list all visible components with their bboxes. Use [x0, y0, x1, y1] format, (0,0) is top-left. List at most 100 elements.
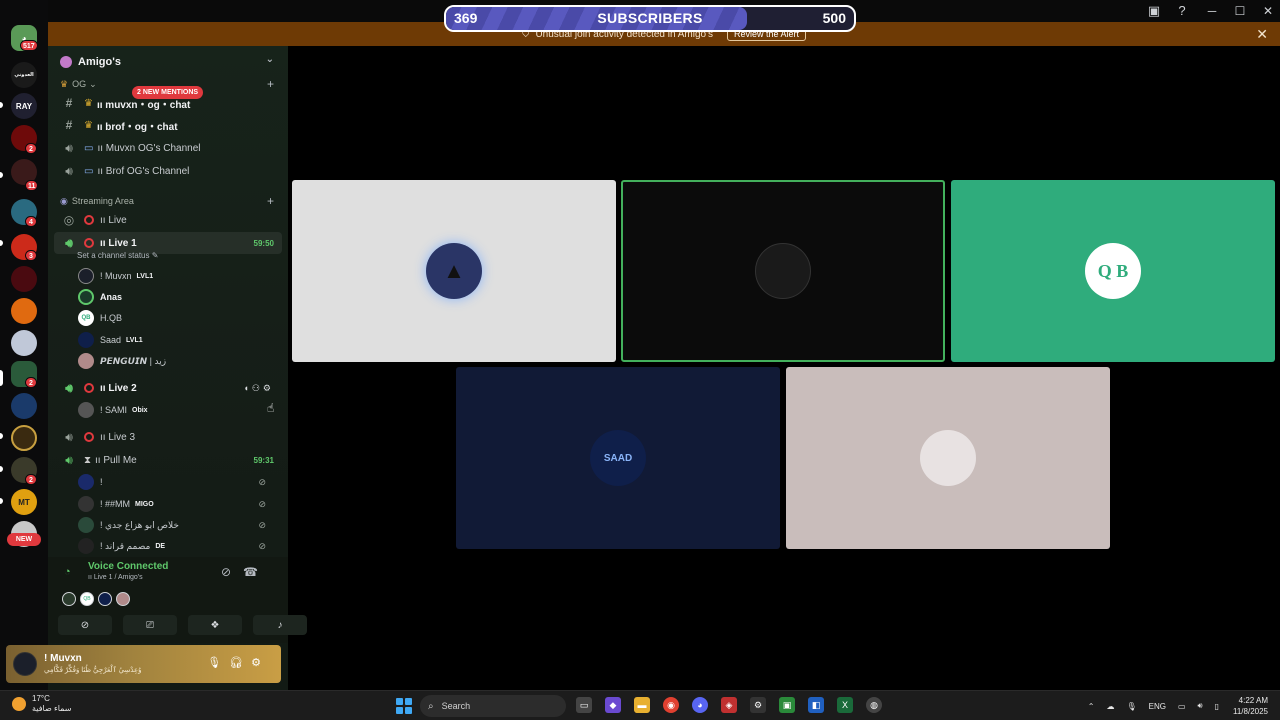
- weather-widget[interactable]: 17°C سماء صافية: [12, 694, 72, 714]
- voice-member[interactable]: Anas: [78, 287, 278, 307]
- add-channel-icon[interactable]: +: [267, 194, 274, 208]
- server-icon[interactable]: [11, 266, 37, 292]
- soundboard-button[interactable]: ♪: [253, 615, 307, 635]
- member-name: ! Muvxn: [100, 271, 132, 281]
- channel-brof-chat[interactable]: # ♛ ıı brof・og・chat: [54, 114, 282, 136]
- close-icon[interactable]: ✕: [1256, 26, 1268, 43]
- inbox-icon[interactable]: ▣: [1146, 3, 1162, 19]
- microphone-icon[interactable]: 🎙︎: [1126, 702, 1136, 711]
- discord-icon[interactable]: ◕: [692, 697, 708, 713]
- server-icon[interactable]: RAY: [11, 93, 37, 119]
- channel-label: ıı muvxn・og・chat: [96, 99, 191, 111]
- server-icon[interactable]: العدوني: [11, 62, 37, 88]
- volume-icon[interactable]: 🔊︎: [1198, 701, 1203, 711]
- chevron-up-icon[interactable]: ⌃: [1088, 702, 1095, 711]
- video-tile[interactable]: ▲: [292, 180, 616, 362]
- voice-member[interactable]: ! SAMI Obix: [78, 400, 278, 420]
- share-screen-button[interactable]: ⎚: [123, 615, 177, 635]
- microphone-icon[interactable]: 🎙︎: [207, 657, 229, 669]
- close-window-button[interactable]: ✕: [1256, 4, 1280, 18]
- new-badge[interactable]: NEW: [7, 533, 41, 546]
- record-icon: [84, 238, 94, 248]
- guild-name: Amigo's: [78, 56, 121, 68]
- battery-icon[interactable]: ▯: [1215, 702, 1219, 711]
- user-avatar[interactable]: [13, 652, 37, 676]
- avatar[interactable]: [116, 592, 130, 606]
- task-view-icon[interactable]: ▭: [576, 697, 592, 713]
- subscriber-goal-bar: 369 SUBSCRIBERS 500: [444, 5, 856, 32]
- invite-icon[interactable]: ⚇: [252, 383, 263, 393]
- user-name[interactable]: ! Muvxn: [44, 653, 82, 664]
- avatar[interactable]: [62, 592, 76, 606]
- video-tile[interactable]: Q B: [951, 180, 1275, 362]
- gear-icon[interactable]: ⚙: [251, 657, 269, 669]
- gear-icon[interactable]: ⚙: [263, 383, 274, 393]
- voice-member[interactable]: 𝙋𝙀𝙉𝙂𝙐𝙄𝙉 | زيد: [78, 351, 278, 371]
- channel-pull-me[interactable]: 🔊︎ ⧗ ıı Pull Me 59:31: [54, 449, 282, 471]
- channel-live-2[interactable]: 🔊︎ ıı Live 2 ◖⚇⚙: [54, 377, 282, 399]
- member-name: Saad: [100, 335, 122, 345]
- camera-off-button[interactable]: ⊘: [58, 615, 112, 635]
- taskbar-apps: ▭ ◆ ▬ ◉ ◕ ◈ ⚙ ▣ ◧ X ◍: [576, 697, 895, 713]
- voice-member[interactable]: ! مصمم قراند DE ⊘: [78, 536, 278, 556]
- voice-member[interactable]: ! خلاص ابو هزاع جدي ⊘: [78, 515, 278, 535]
- guild-header[interactable]: Amigo's ⌄: [48, 46, 288, 78]
- app-icon[interactable]: ⚙: [750, 697, 766, 713]
- unread-pill: [0, 240, 3, 246]
- video-tile[interactable]: [786, 367, 1110, 549]
- excel-icon[interactable]: X: [837, 697, 853, 713]
- channel-live-3[interactable]: 🔊︎ ıı Live 3: [54, 426, 282, 448]
- channel-muvxn-voice[interactable]: 🔊︎ ▭ ıı Muvxn OG's Channel: [54, 137, 282, 159]
- network-icon[interactable]: ▭: [1178, 702, 1186, 711]
- mouse-cursor-icon: ☝: [267, 401, 275, 415]
- chat-icon[interactable]: ◖: [243, 383, 251, 393]
- cloud-icon[interactable]: ☁: [1106, 702, 1114, 711]
- maximize-button[interactable]: ☐: [1228, 4, 1252, 18]
- nvidia-icon[interactable]: ▣: [779, 697, 795, 713]
- start-button[interactable]: [396, 698, 412, 714]
- file-explorer-icon[interactable]: ▬: [634, 697, 650, 713]
- channel-muvxn-chat[interactable]: # ♛ ıı muvxn・og・chat: [54, 92, 282, 114]
- signal-icon[interactable]: ◔: [64, 566, 71, 578]
- server-icon[interactable]: [11, 298, 37, 324]
- copilot-icon[interactable]: ◆: [605, 697, 621, 713]
- server-icon[interactable]: [11, 393, 37, 419]
- avatar[interactable]: QB: [80, 592, 94, 606]
- muted-icon: ⊘: [258, 476, 266, 487]
- voice-member[interactable]: ! ⊘: [78, 472, 278, 492]
- chevron-down-icon[interactable]: ⌄: [266, 54, 274, 65]
- video-tile[interactable]: SAAD: [456, 367, 780, 549]
- minimize-button[interactable]: ─: [1200, 4, 1224, 18]
- taskbar-search[interactable]: ⌕ Search: [420, 695, 566, 717]
- app-icon[interactable]: ◧: [808, 697, 824, 713]
- category-label: OG: [72, 79, 87, 89]
- clock[interactable]: 4:22 AM 11/8/2025: [1233, 695, 1268, 717]
- voice-member[interactable]: ! ##MM MIGO ⊘: [78, 494, 278, 514]
- server-icon[interactable]: [11, 425, 37, 451]
- app-icon[interactable]: ◈: [721, 697, 737, 713]
- noise-suppression-icon[interactable]: ⊘: [221, 565, 243, 579]
- channel-status[interactable]: Set a channel status ✎: [77, 251, 158, 260]
- video-tile-speaking[interactable]: [621, 180, 945, 362]
- chrome-icon[interactable]: ◉: [663, 697, 679, 713]
- voice-channel-link[interactable]: ıı Live 1 / Amigo's: [88, 574, 143, 581]
- language-indicator[interactable]: ENG: [1149, 702, 1166, 711]
- add-channel-icon[interactable]: +: [267, 77, 274, 91]
- taskbar: 17°C سماء صافية ⌕ Search ▭ ◆ ▬ ◉ ◕ ◈ ⚙ ▣…: [0, 690, 1280, 720]
- server-icon[interactable]: [11, 330, 37, 356]
- activities-button[interactable]: ❖: [188, 615, 242, 635]
- category-streaming[interactable]: ◉ Streaming Area +: [48, 194, 288, 208]
- server-icon[interactable]: MT: [11, 489, 37, 515]
- disconnect-icon[interactable]: ☎: [243, 565, 270, 579]
- obs-icon[interactable]: ◍: [866, 697, 882, 713]
- voice-member[interactable]: ! Muvxn LVL1: [78, 266, 278, 286]
- channel-actions[interactable]: ◖⚇⚙: [243, 383, 274, 394]
- channel-live[interactable]: ◎ ıı Live: [54, 209, 282, 231]
- participant-avatar: Q B: [1085, 243, 1141, 299]
- help-icon[interactable]: ?: [1174, 3, 1190, 19]
- voice-member[interactable]: QB H.QB: [78, 308, 278, 328]
- avatar[interactable]: [98, 592, 112, 606]
- voice-member[interactable]: Saad LVL1: [78, 330, 278, 350]
- channel-brof-voice[interactable]: 🔊︎ ▭ ıı Brof OG's Channel: [54, 160, 282, 182]
- headphones-icon[interactable]: 🎧︎: [229, 657, 251, 669]
